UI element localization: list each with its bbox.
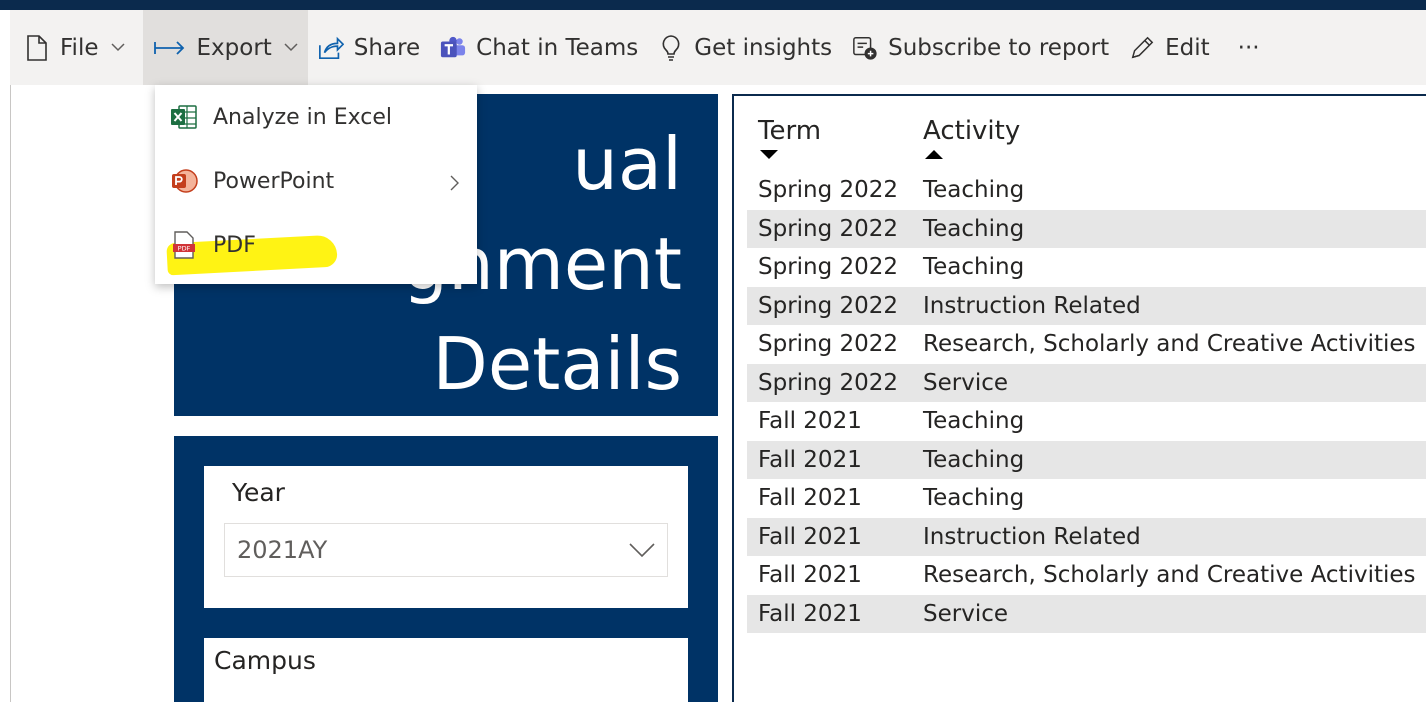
- term-cell: Fall 2021: [758, 523, 862, 550]
- term-cell: Spring 2022: [758, 254, 899, 281]
- pdf-icon: PDF: [169, 230, 199, 260]
- term-cell: Fall 2021: [758, 446, 862, 473]
- table-row[interactable]: Spring 2022 Teaching: [747, 209, 1426, 248]
- teams-icon: [440, 35, 466, 61]
- share-icon: [318, 35, 344, 61]
- report-title-line-3: Details: [432, 322, 682, 406]
- chevron-down-icon: [629, 538, 655, 566]
- term-cell: Spring 2022: [758, 331, 899, 358]
- export-dropdown-menu: Analyze in Excel PowerPoint PDF PDF: [155, 85, 477, 284]
- pdf-item[interactable]: PDF PDF: [155, 213, 477, 277]
- pdf-label: PDF: [213, 232, 256, 258]
- file-icon: [24, 34, 50, 61]
- activity-table: Term Activity Spring 2022 Teaching Spring…: [732, 94, 1426, 702]
- term-cell: Fall 2021: [758, 600, 862, 627]
- table-row[interactable]: Fall 2021 Teaching: [747, 479, 1426, 518]
- table-row[interactable]: Fall 2021 Teaching: [747, 402, 1426, 441]
- export-menu-button[interactable]: Export: [142, 10, 308, 85]
- table-row[interactable]: Fall 2021 Research, Scholarly and Creativ…: [747, 556, 1426, 595]
- activity-cell: Research, Scholarly and Creative Activit…: [923, 331, 1416, 358]
- term-cell: Fall 2021: [758, 485, 862, 512]
- more-options-icon: ···: [1237, 34, 1260, 61]
- sort-ascending-icon: [925, 150, 943, 159]
- activity-cell: Teaching: [923, 408, 1025, 435]
- table-row[interactable]: Spring 2022 Teaching: [747, 248, 1426, 287]
- campus-slicer-label: Campus: [214, 646, 316, 675]
- sort-descending-icon: [760, 150, 778, 159]
- column-header-activity[interactable]: Activity: [923, 116, 1020, 159]
- column-header-term-label: Term: [758, 116, 822, 146]
- lightbulb-icon: [658, 34, 684, 61]
- analyze-in-excel-label: Analyze in Excel: [213, 104, 393, 130]
- term-cell: Spring 2022: [758, 215, 899, 242]
- year-slicer: Year 2021AY: [204, 466, 688, 608]
- excel-icon: [169, 102, 199, 132]
- share-button[interactable]: Share: [308, 10, 430, 85]
- term-cell: Spring 2022: [758, 292, 899, 319]
- subscribe-to-report-label: Subscribe to report: [888, 34, 1110, 61]
- chat-in-teams-label: Chat in Teams: [476, 34, 639, 61]
- activity-cell: Teaching: [923, 177, 1025, 204]
- table-row[interactable]: Fall 2021 Teaching: [747, 440, 1426, 479]
- table-row[interactable]: Spring 2022 Instruction Related: [747, 286, 1426, 325]
- table-row[interactable]: Fall 2021 Instruction Related: [747, 517, 1426, 556]
- column-header-activity-label: Activity: [923, 116, 1021, 146]
- table-row[interactable]: Spring 2022 Service: [747, 363, 1426, 402]
- chevron-down-icon: [110, 41, 125, 55]
- year-slicer-label: Year: [232, 478, 285, 507]
- svg-text:PDF: PDF: [178, 245, 191, 253]
- activity-cell: Instruction Related: [923, 523, 1141, 550]
- get-insights-button[interactable]: Get insights: [648, 10, 842, 85]
- analyze-in-excel-item[interactable]: Analyze in Excel: [155, 85, 477, 149]
- activity-cell: Service: [923, 600, 1009, 627]
- get-insights-label: Get insights: [694, 34, 833, 61]
- activity-cell: Service: [923, 369, 1009, 396]
- activity-cell: Teaching: [923, 485, 1025, 512]
- activity-cell: Teaching: [923, 215, 1025, 242]
- year-dropdown-value: 2021AY: [237, 536, 328, 564]
- activity-cell: Research, Scholarly and Creative Activit…: [923, 562, 1416, 589]
- export-label: Export: [196, 34, 272, 61]
- table-row[interactable]: Spring 2022 Teaching: [747, 171, 1426, 210]
- term-cell: Spring 2022: [758, 177, 899, 204]
- chat-in-teams-button[interactable]: Chat in Teams: [430, 10, 648, 85]
- table-row[interactable]: Spring 2022 Research, Scholarly and Creat…: [747, 325, 1426, 364]
- activity-cell: Teaching: [923, 254, 1025, 281]
- activity-cell: Teaching: [923, 446, 1025, 473]
- powerpoint-icon: [169, 166, 199, 196]
- pencil-icon: [1129, 35, 1155, 61]
- table-row[interactable]: Fall 2021 Service: [747, 594, 1426, 633]
- file-menu-button[interactable]: File: [10, 10, 143, 85]
- activity-cell: Instruction Related: [923, 292, 1141, 319]
- chevron-down-icon: [284, 41, 298, 55]
- share-label: Share: [353, 34, 421, 61]
- term-cell: Fall 2021: [758, 562, 862, 589]
- report-toolbar: File Export Share Chat in Teams Get insi…: [10, 10, 1426, 85]
- term-cell: Spring 2022: [758, 369, 899, 396]
- column-header-term[interactable]: Term: [758, 116, 821, 159]
- more-options-button[interactable]: ···: [1220, 10, 1278, 85]
- top-accent-bar: [0, 0, 1426, 10]
- term-cell: Fall 2021: [758, 408, 862, 435]
- export-arrow-icon: [153, 35, 187, 61]
- file-label: File: [60, 34, 99, 61]
- year-dropdown[interactable]: 2021AY: [224, 523, 668, 577]
- canvas-left-border: [10, 85, 11, 702]
- campus-slicer: Campus: [204, 638, 688, 702]
- subscribe-icon: [852, 35, 878, 61]
- subscribe-to-report-button[interactable]: Subscribe to report: [842, 10, 1119, 85]
- powerpoint-item[interactable]: PowerPoint: [155, 149, 477, 213]
- edit-button[interactable]: Edit: [1119, 10, 1220, 85]
- chevron-right-icon: [450, 172, 459, 197]
- table-body: Spring 2022 Teaching Spring 2022 Teaching …: [747, 171, 1426, 633]
- edit-label: Edit: [1165, 34, 1210, 61]
- powerpoint-label: PowerPoint: [213, 168, 335, 194]
